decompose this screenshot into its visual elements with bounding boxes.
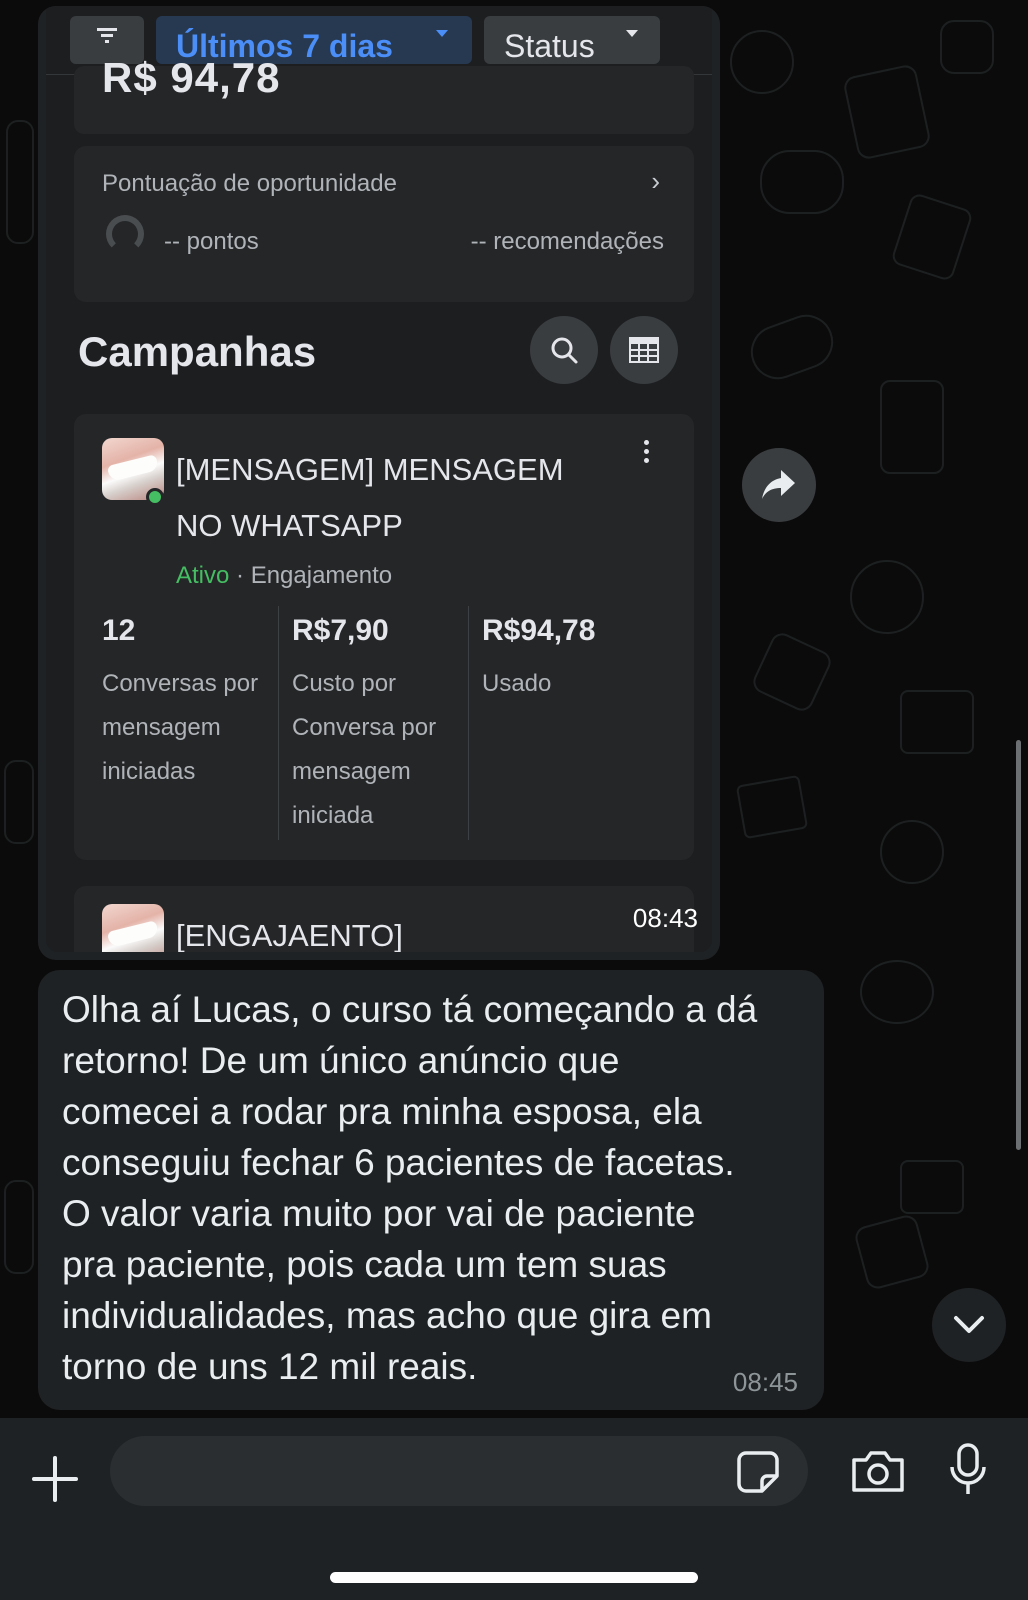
opportunity-recommendations: -- recomendações [470, 228, 664, 255]
metric-label: Conversas por mensagem iniciadas [102, 670, 259, 785]
opportunity-score-card[interactable]: Pontuação de oportunidade › -- pontos --… [74, 146, 694, 302]
home-indicator [330, 1572, 698, 1583]
caret-down-icon [436, 30, 448, 37]
filter-icon [97, 28, 117, 43]
campaign-objective: Engajamento [250, 562, 393, 589]
metric-label: Usado [482, 670, 552, 697]
plus-icon[interactable] [30, 1454, 80, 1504]
amount-spent-card: R$ 94,78 [74, 54, 694, 134]
metric-divider [468, 606, 469, 840]
chevron-down-icon [954, 1316, 984, 1333]
message-input-bar [0, 1418, 1028, 1600]
opportunity-points: -- pontos [164, 228, 259, 255]
metric-value: R$94,78 [482, 614, 596, 647]
message-time: 08:43 [632, 903, 698, 933]
opportunity-title: Pontuação de oportunidade [102, 170, 397, 197]
more-vertical-icon[interactable] [644, 440, 650, 467]
caret-down-icon [626, 30, 638, 37]
image-message-bubble[interactable]: Últimos 7 dias Status R$ 94,78 Pontuação… [38, 6, 720, 960]
shared-screenshot[interactable]: Últimos 7 dias Status R$ 94,78 Pontuação… [46, 6, 712, 952]
campaign-card-partial[interactable]: [ENGAJAENTO] [74, 886, 694, 952]
chat-scrollbar[interactable] [1016, 740, 1021, 1150]
metric-amount-used: R$94,78 Usado [482, 610, 668, 842]
table-icon [629, 337, 659, 363]
campaign-name[interactable]: [ENGAJAENTO] [176, 918, 403, 952]
search-icon [551, 337, 578, 364]
campaign-card[interactable]: [MENSAGEM] MENSAGEM NO WHATSAPP Ativo · … [74, 414, 694, 860]
search-button[interactable] [530, 316, 598, 384]
campaign-status: Ativo [176, 562, 230, 589]
status-dropdown-label: Status [504, 28, 595, 64]
camera-icon[interactable] [850, 1448, 906, 1494]
active-status-dot [146, 488, 164, 506]
forward-icon [762, 470, 795, 499]
text-message-bubble[interactable]: Olha aí Lucas, o curso tá começando a dá… [38, 970, 824, 1410]
metric-divider [278, 606, 279, 840]
metric-value: R$7,90 [292, 614, 389, 647]
metric-value: 12 [102, 614, 136, 647]
forward-button[interactable] [742, 448, 816, 522]
campaigns-title: Campanhas [78, 328, 317, 375]
microphone-icon[interactable] [948, 1442, 988, 1498]
message-time: 08:45 [732, 1367, 798, 1397]
metric-cost-per-conversation: R$7,90 Custo por Conversa por mensagem i… [292, 610, 478, 842]
message-text: Olha aí Lucas, o curso tá começando a dá… [62, 989, 758, 1387]
campaign-name[interactable]: [MENSAGEM] MENSAGEM NO WHATSAPP [176, 442, 606, 554]
metric-label: Custo por Conversa por mensagem iniciada [292, 670, 437, 829]
chevron-right-icon[interactable]: › [651, 166, 660, 197]
table-view-button[interactable] [610, 316, 678, 384]
message-input[interactable] [110, 1436, 808, 1506]
metric-conversations: 12 Conversas por mensagem iniciadas [102, 610, 288, 842]
scroll-to-bottom-button[interactable] [932, 1288, 1006, 1362]
sticker-icon[interactable] [736, 1450, 780, 1494]
status-separator: · [236, 562, 245, 589]
amount-spent: R$ 94,78 [102, 54, 281, 101]
status-dropdown[interactable]: Status [484, 16, 660, 64]
campaign-status-line: Ativo · Engajamento [176, 562, 392, 590]
score-ring-icon [106, 215, 144, 253]
campaign-thumbnail [102, 904, 164, 952]
